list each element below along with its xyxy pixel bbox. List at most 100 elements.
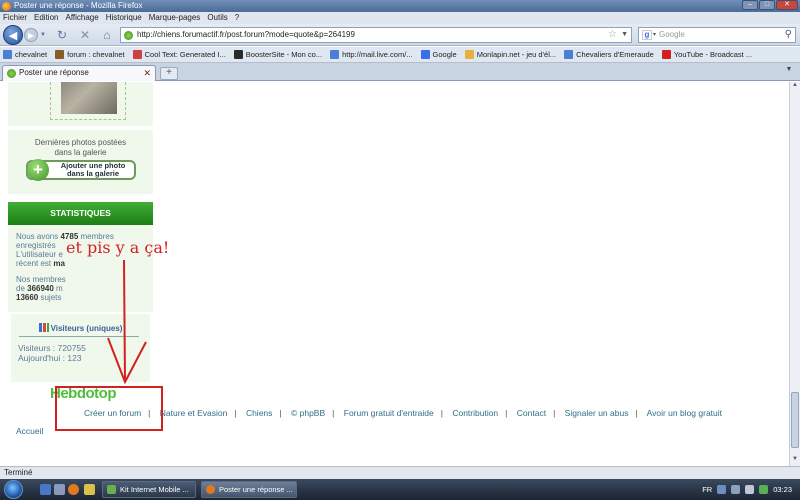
menu-help[interactable]: ? [235,12,239,24]
photo-thumbnail[interactable] [50,82,126,120]
visitors-counts: Visiteurs : 720755 Aujourd'hui : 123 [18,343,86,363]
start-button[interactable] [4,480,23,499]
tab-poster-reponse[interactable]: Poster une réponse ✕ [2,65,156,81]
history-dropdown-icon[interactable]: ▼ [39,30,47,40]
stop-icon[interactable]: ✕ [78,27,92,43]
firefox-quicklaunch-icon[interactable] [68,484,79,495]
firefox-icon [2,2,11,11]
clock[interactable]: 03:23 [773,485,792,494]
bookmark-item[interactable]: http://mail.live.com/... [327,50,417,59]
status-text: Terminé [4,468,33,477]
tab-favicon-icon [7,69,16,78]
plus-icon: + [27,159,49,181]
menu-outils[interactable]: Outils [207,12,227,24]
switch-windows-icon[interactable] [54,484,65,495]
bookmarks-bar: chevalnet forum : chevalnet Cool Text: G… [0,47,800,63]
network-icon[interactable] [731,485,741,494]
bookmark-item[interactable]: Chevaliers d'Emeraude [561,50,659,59]
window-title-bar: Poster une réponse - Mozilla Firefox – □… [0,0,800,12]
footer-link-chiens[interactable]: Chiens [246,408,272,418]
bookmark-icon [564,50,574,59]
vertical-scrollbar[interactable]: ▲ ▼ [789,82,800,466]
navigation-toolbar: ◀ ▶ ▼ ↻ ✕ ⌂ http://chiens.forumactif.fr/… [0,24,800,46]
search-placeholder: Google [659,30,685,39]
reload-icon[interactable]: ↻ [55,27,69,43]
footer-link-phpbb[interactable]: © phpBB [291,408,325,418]
address-bar[interactable]: http://chiens.forumactif.fr/post.forum?m… [120,27,632,43]
bookmark-icon [661,50,671,59]
show-desktop-icon[interactable] [40,484,51,495]
bookmark-icon [330,50,340,59]
annotation-arrow [107,259,147,385]
footer-link-contribution[interactable]: Contribution [452,408,498,418]
forward-button[interactable]: ▶ [24,28,38,42]
menu-affichage[interactable]: Affichage [65,12,98,24]
language-indicator[interactable]: FR [702,485,712,494]
new-tab-button[interactable]: + [160,67,178,80]
scroll-down-icon[interactable]: ▼ [790,456,800,466]
address-url: http://chiens.forumactif.fr/post.forum?m… [137,30,355,39]
menu-edition[interactable]: Edition [34,12,58,24]
bookmark-item[interactable]: Monlapin.net - jeu d'él... [462,50,561,59]
footer-link-signaler-abus[interactable]: Signaler un abus [565,408,629,418]
menu-historique[interactable]: Historique [106,12,142,24]
footer-link-blog-gratuit[interactable]: Avoir un blog gratuit [647,408,722,418]
add-photo-button[interactable]: + Ajouter une photo dans la galerie [26,159,136,181]
footer-link-nature-evasion[interactable]: Nature et Evasion [160,408,228,418]
google-icon[interactable]: g [642,30,652,40]
gallery-panel: Dernières photos postées dans la galerie… [8,130,153,194]
search-icon[interactable]: ⚲ [785,28,792,42]
bookmark-item[interactable]: YouTube - Broadcast ... [659,50,757,59]
site-favicon-icon [124,31,133,40]
volume-icon[interactable] [745,485,755,494]
menu-marque-pages[interactable]: Marque-pages [149,12,201,24]
bookmark-star-icon[interactable]: ☆ [608,28,617,42]
back-button[interactable]: ◀ [3,25,23,45]
bookmark-item[interactable]: chevalnet [0,50,52,59]
scrollbar-thumb[interactable] [791,392,799,448]
search-engine-dropdown-icon[interactable]: ▾ [653,28,656,42]
footer-link-accueil[interactable]: Accueil [16,426,43,436]
bookmark-item[interactable]: Google [418,50,462,59]
annotation-text: et pis y a ça! [66,238,170,257]
last-photo-panel [8,82,153,126]
gallery-caption: dans la galerie [54,148,107,157]
tray-app-icon[interactable] [759,485,769,494]
footer-link-forum-gratuit[interactable]: Forum gratuit d'entraide [344,408,434,418]
tab-label: Poster une réponse [19,68,89,77]
taskbar-item-kit-internet[interactable]: Kit Internet Mobile ... [102,481,196,498]
bookmark-icon [132,50,142,59]
bookmark-item[interactable]: BoosterSite - Mon co... [231,50,327,59]
app-icon [107,485,116,494]
url-dropdown-icon[interactable]: ▼ [621,28,628,42]
search-input[interactable]: g ▾ Google ⚲ [638,27,796,43]
taskbar-item-firefox[interactable]: Poster une réponse ... [201,481,297,498]
scroll-up-icon[interactable]: ▲ [790,82,800,92]
tab-strip: Poster une réponse ✕ + ▼ [0,63,800,81]
footer-links: Créer un forum | Nature et Evasion | Chien… [84,408,723,418]
tab-list-dropdown-icon[interactable]: ▼ [782,66,796,79]
bookmark-icon [420,50,430,59]
bookmark-item[interactable]: Cool Text: Generated I... [130,50,231,59]
close-window-button[interactable]: ✕ [776,0,798,10]
taskbar: Kit Internet Mobile ... Poster une répon… [0,479,800,500]
tray-arrow-icon[interactable] [717,485,727,494]
page-content: Dernières photos postées dans la galerie… [0,82,789,466]
footer-link-contact[interactable]: Contact [517,408,546,418]
maximize-button[interactable]: □ [759,0,775,10]
tab-close-icon[interactable]: ✕ [143,66,151,80]
window-title: Poster une réponse - Mozilla Firefox [14,1,143,10]
system-tray: FR 03:23 [702,479,800,500]
app-quicklaunch-icon[interactable] [84,484,95,495]
bookmark-icon [55,50,65,59]
menu-fichier[interactable]: Fichier [3,12,27,24]
status-bar: Terminé [0,466,800,479]
menu-bar: Fichier Edition Affichage Historique Mar… [0,12,800,24]
bookmark-item[interactable]: forum : chevalnet [52,50,130,59]
visitors-total: Visiteurs : 720755 [18,343,86,353]
home-icon[interactable]: ⌂ [100,27,114,43]
bar-chart-icon [38,323,49,332]
minimize-button[interactable]: – [742,0,758,10]
firefox-icon [206,485,215,494]
photo-image [61,82,117,114]
